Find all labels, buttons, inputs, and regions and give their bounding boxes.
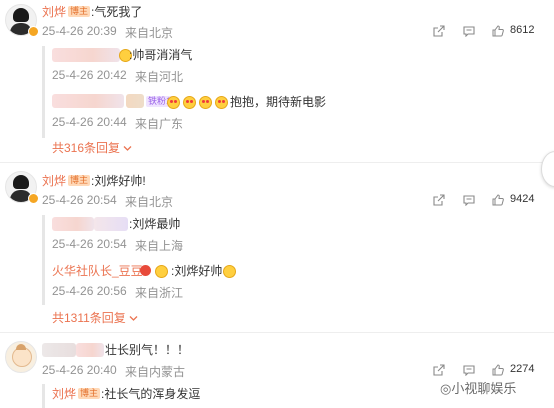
comment-location: 来自北京 [125, 195, 174, 209]
reply-author-redacted [52, 217, 94, 231]
reply-author-redacted [94, 217, 128, 231]
reply-time: 25-4-26 20:44 [52, 115, 127, 129]
emoji-icon [223, 265, 236, 278]
comment-divider [0, 332, 554, 333]
chevron-down-icon [123, 146, 132, 152]
reply-text: :刘烨最帅 [129, 217, 181, 231]
comment-icon[interactable] [463, 364, 475, 376]
comment-icon[interactable] [463, 25, 475, 37]
share-icon[interactable] [433, 364, 445, 376]
like-icon[interactable] [492, 25, 504, 37]
author-badge: 博主 [68, 175, 91, 186]
comment-time: 25-4-26 20:40 [42, 363, 117, 377]
heart-eyes-emoji-icon [183, 96, 196, 109]
comment-text: :气死我了 [91, 5, 143, 19]
chevron-down-icon [129, 316, 138, 322]
share-icon[interactable] [433, 25, 445, 37]
avatar[interactable] [5, 341, 37, 373]
reply-location: 来自浙江 [135, 286, 184, 300]
reply-text: :刘烨好帅 [171, 264, 223, 278]
comment-location: 来自北京 [125, 26, 174, 40]
more-replies-label[interactable]: 共316条回复 [52, 141, 120, 155]
more-replies-link[interactable]: 共316条回复 [52, 139, 132, 156]
heart-eyes-emoji-icon [215, 96, 228, 109]
share-icon[interactable] [433, 194, 445, 206]
verified-badge-icon [28, 193, 39, 204]
reply-text: :帅哥消消气 [129, 48, 193, 62]
comment-text: :刘烨好帅! [91, 174, 146, 188]
more-replies-link[interactable]: 共1311条回复 [52, 309, 138, 326]
heart-eyes-emoji-icon [199, 96, 212, 109]
comment-location: 来自内蒙古 [125, 365, 186, 379]
reply-time: 25-4-26 20:42 [52, 68, 127, 82]
comment-time: 25-4-26 20:39 [42, 24, 117, 38]
reply-thread-line [42, 46, 45, 138]
comment-text: 壮长别气！！！ [105, 343, 190, 357]
like-count: 2274 [510, 363, 535, 375]
member-badge-icon [140, 265, 151, 276]
reply-author[interactable]: 火华社队长_豆豆 [52, 263, 143, 279]
reply-author-redacted [52, 94, 124, 108]
author-badge: 博主 [68, 6, 91, 17]
watermark: ◎小视聊娱乐 [440, 378, 516, 397]
reply-time: 25-4-26 20:54 [52, 237, 127, 251]
like-icon[interactable] [492, 194, 504, 206]
reply-thread-line [42, 384, 45, 408]
reply-author-redacted [126, 94, 144, 108]
like-count: 9424 [510, 193, 535, 205]
watermark-logo-icon: ◎ [440, 381, 452, 396]
reply-time: 25-4-26 20:56 [52, 284, 127, 298]
reply-author[interactable]: 刘烨 [52, 386, 76, 402]
like-icon[interactable] [492, 364, 504, 376]
reply-location: 来自上海 [135, 239, 184, 253]
scroll-to-top-button[interactable] [541, 151, 554, 187]
crown-emoji-icon [155, 265, 168, 278]
like-count: 8612 [510, 24, 535, 36]
comment-divider [0, 162, 554, 163]
more-replies-label[interactable]: 共1311条回复 [52, 311, 126, 325]
reply-thread-line [42, 215, 45, 305]
author-badge: 博主 [78, 388, 101, 399]
comment-author[interactable]: 刘烨 [42, 4, 66, 20]
heart-eyes-emoji-icon [167, 96, 180, 109]
reply-author-redacted [52, 48, 120, 62]
verified-badge-icon [28, 26, 39, 37]
comment-author-redacted [42, 343, 76, 357]
reply-location: 来自广东 [135, 117, 184, 131]
reply-location: 来自河北 [135, 70, 184, 84]
comment-icon[interactable] [463, 194, 475, 206]
reply-text: :社长气的浑身发逗 [101, 387, 201, 401]
comment-author-redacted [76, 343, 104, 357]
watermark-text: 小视聊娱乐 [451, 381, 517, 396]
reply-text: 抱抱，期待新电影 [230, 95, 327, 109]
comment-author[interactable]: 刘烨 [42, 173, 66, 189]
comment-time: 25-4-26 20:54 [42, 193, 117, 207]
